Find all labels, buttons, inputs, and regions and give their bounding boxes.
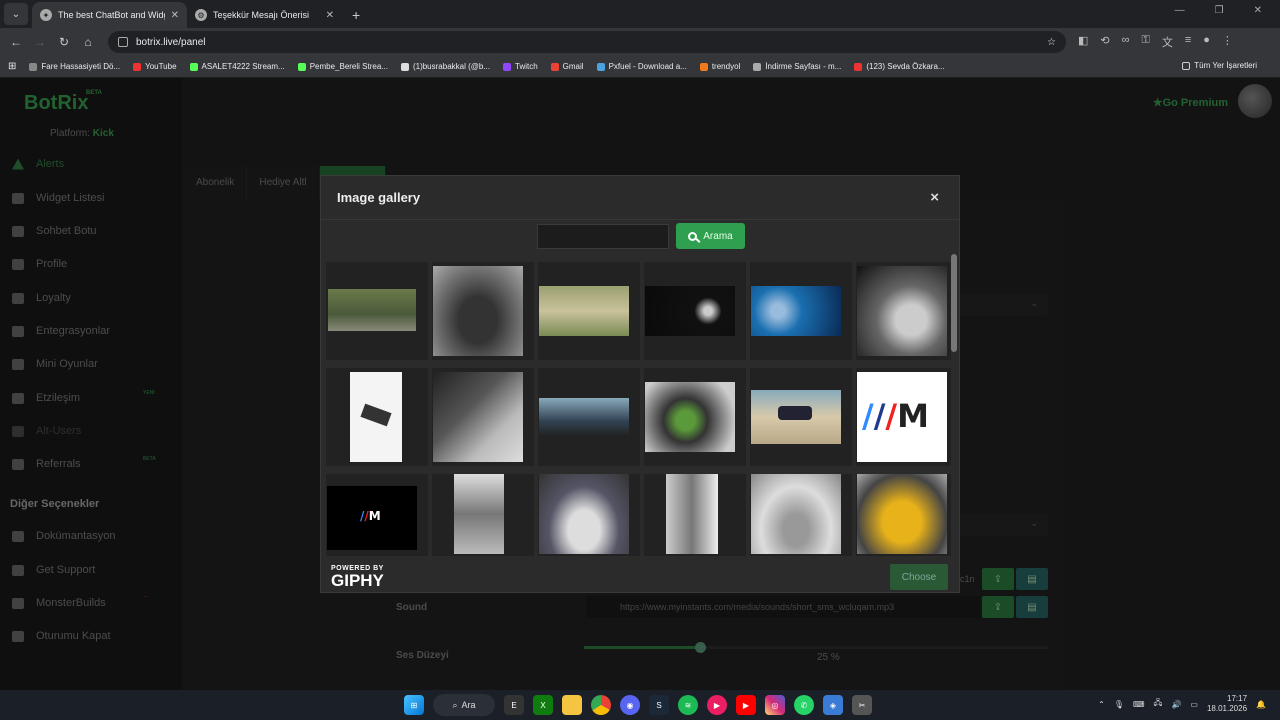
browser-tab-1[interactable]: ✦ The best ChatBot and Widgets ✕	[32, 2, 187, 28]
gif-thumb[interactable]	[326, 262, 428, 360]
bookmark-item[interactable]: YouTube	[133, 62, 177, 71]
browser-tab-2[interactable]: ⚙ Teşekkür Mesajı Önerisi ✕	[187, 2, 342, 28]
scrollbar-thumb[interactable]	[951, 254, 957, 352]
gif-thumb[interactable]: //M	[326, 474, 428, 556]
volume-icon[interactable]: 🔊	[1171, 700, 1181, 709]
battery-icon[interactable]: ▭	[1190, 700, 1198, 709]
bookmark-item[interactable]: Pembe_Bereli Strea...	[297, 62, 388, 71]
gif-thumb[interactable]	[538, 474, 640, 556]
home-icon[interactable]: ⌂	[76, 35, 100, 49]
translate-icon[interactable]: 文	[1162, 34, 1173, 50]
gif-thumb[interactable]	[644, 368, 746, 466]
gif-thumb[interactable]	[856, 474, 953, 556]
whatsapp-icon[interactable]: ✆	[794, 695, 814, 715]
minimize-icon[interactable]: —	[1175, 5, 1185, 16]
network-icon[interactable]: 🖧	[1154, 697, 1163, 711]
gallery-scrollbar[interactable]	[951, 254, 957, 556]
spotify-icon[interactable]: ≋	[678, 695, 698, 715]
new-tab-icon[interactable]: +	[352, 7, 360, 23]
bookmark-item[interactable]: ASALET4222 Stream...	[189, 62, 285, 71]
search-button[interactable]: Arama	[676, 223, 745, 249]
gif-thumb[interactable]	[432, 262, 534, 360]
menu-icon[interactable]: ⋮	[1222, 34, 1233, 50]
maximize-icon[interactable]: ❐	[1215, 5, 1224, 16]
bookmark-item[interactable]: Pxfuel - Download a...	[596, 62, 687, 71]
xbox-icon[interactable]: X	[533, 695, 553, 715]
gif-thumb[interactable]	[856, 262, 953, 360]
gif-thumb[interactable]: ///M	[856, 368, 953, 466]
image-gallery-modal: Image gallery × Arama ///M //M POWERED B…	[320, 175, 960, 593]
notification-icon[interactable]: 🔔	[1256, 700, 1266, 709]
bookmark-item[interactable]: Twitch	[503, 62, 538, 71]
search-input[interactable]	[537, 224, 669, 249]
gif-thumb[interactable]	[432, 474, 534, 556]
bookmark-item[interactable]: (123) Sevda Özkara...	[854, 62, 945, 71]
steam-icon[interactable]: S	[649, 695, 669, 715]
chatgpt-favicon-icon: ⚙	[195, 9, 207, 21]
reading-list-icon[interactable]: ≡	[1185, 34, 1191, 50]
divider	[321, 219, 959, 220]
site-info-icon[interactable]	[118, 37, 128, 47]
bookmark-item[interactable]: İndirme Sayfası - m...	[753, 62, 841, 71]
gif-thumb[interactable]	[750, 474, 852, 556]
forward-icon[interactable]: →	[28, 35, 52, 49]
extensions-icon[interactable]: ◧	[1078, 34, 1088, 50]
close-icon[interactable]: ×	[930, 189, 939, 206]
profile-icon[interactable]: ●	[1203, 34, 1210, 50]
search-icon	[688, 231, 698, 241]
all-bookmarks[interactable]: Tüm Yer İşaretleri	[1182, 61, 1257, 70]
gif-thumb[interactable]	[644, 262, 746, 360]
bookmark-star-icon[interactable]: ☆	[1047, 37, 1056, 48]
microphone-icon[interactable]: 🎙	[1114, 700, 1124, 709]
app-icon[interactable]: ◈	[823, 695, 843, 715]
tab-search-icon[interactable]: ⌄	[4, 3, 28, 25]
snipping-tool-icon[interactable]: ✂	[852, 695, 872, 715]
youtube-icon[interactable]: ▶	[736, 695, 756, 715]
chrome-icon[interactable]	[591, 695, 611, 715]
gif-thumb[interactable]	[538, 262, 640, 360]
gif-thumb[interactable]	[432, 368, 534, 466]
browser-tabbar: ⌄ ✦ The best ChatBot and Widgets ✕ ⚙ Teş…	[0, 0, 1280, 28]
windows-taskbar: ⊞ ⌕ Ara E X ◉ S ≋ ▶ ▶ ◎ ✆ ◈ ✂ ⌃ 🎙 ⌨ 🖧 🔊 …	[0, 690, 1280, 720]
url-input[interactable]: botrix.live/panel ☆	[108, 31, 1066, 53]
choose-button[interactable]: Choose	[890, 564, 948, 590]
media-player-icon[interactable]: ▶	[707, 695, 727, 715]
epic-games-icon[interactable]: E	[504, 695, 524, 715]
bookmark-item[interactable]: Fare Hassasiyeti Dö...	[29, 62, 120, 71]
folder-icon[interactable]	[562, 695, 582, 715]
tray-overflow-icon[interactable]: ⌃	[1098, 700, 1105, 709]
gif-thumb[interactable]	[538, 368, 640, 466]
gif-thumb[interactable]	[326, 368, 428, 466]
taskbar-search[interactable]: ⌕ Ara	[433, 694, 495, 716]
gif-thumb[interactable]	[644, 474, 746, 556]
instagram-icon[interactable]: ◎	[765, 695, 785, 715]
clock[interactable]: 17:17 18.01.2026	[1207, 694, 1247, 714]
keyboard-icon[interactable]: ⌨	[1133, 700, 1145, 709]
gif-thumb[interactable]	[750, 368, 852, 466]
close-window-icon[interactable]: ✕	[1254, 5, 1262, 16]
bookmark-item[interactable]: (1)busrabakkal (@b...	[400, 62, 490, 71]
history-icon[interactable]: ⟲	[1100, 34, 1109, 50]
discord-icon[interactable]: ◉	[620, 695, 640, 715]
bookmark-item[interactable]: Gmail	[550, 62, 584, 71]
bookmarks-bar: ⊞ Fare Hassasiyeti Dö... YouTube ASALET4…	[0, 56, 1280, 78]
bookmark-item[interactable]: trendyol	[699, 62, 740, 71]
botrix-favicon-icon: ✦	[40, 9, 52, 21]
close-tab-icon[interactable]: ✕	[326, 10, 334, 21]
apps-icon[interactable]: ⊞	[8, 61, 16, 72]
close-tab-icon[interactable]: ✕	[171, 10, 179, 21]
giphy-attribution: POWERED BY GIPHY	[331, 565, 384, 590]
reload-icon[interactable]: ↻	[52, 35, 76, 49]
link-icon[interactable]: ∞	[1122, 34, 1130, 50]
start-icon[interactable]: ⊞	[404, 695, 424, 715]
gif-gallery: ///M //M	[321, 254, 953, 556]
address-bar: ← → ↻ ⌂ botrix.live/panel ☆ ◧ ⟲ ∞ ⚿ 文 ≡ …	[0, 28, 1280, 56]
modal-title: Image gallery	[337, 190, 421, 205]
back-icon[interactable]: ←	[4, 35, 28, 49]
gif-thumb[interactable]	[750, 262, 852, 360]
password-icon[interactable]: ⚿	[1141, 34, 1149, 50]
